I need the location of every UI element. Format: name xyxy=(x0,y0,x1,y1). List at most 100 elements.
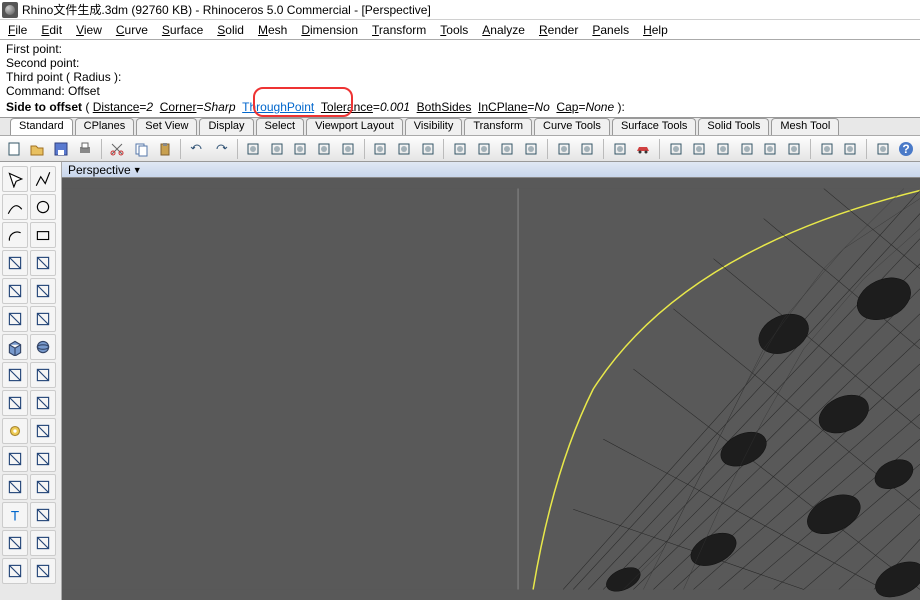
menu-dimension[interactable]: Dimension xyxy=(301,23,358,37)
curve-tool[interactable] xyxy=(2,194,28,220)
box3d-tool[interactable] xyxy=(2,334,28,360)
wire-tool[interactable] xyxy=(30,558,56,584)
save-button[interactable] xyxy=(51,138,71,160)
opt-corner[interactable]: Corner xyxy=(160,100,197,114)
cut-button[interactable] xyxy=(107,138,127,160)
arc-tool[interactable] xyxy=(2,222,28,248)
menu-curve[interactable]: Curve xyxy=(116,23,148,37)
pan-button[interactable] xyxy=(243,138,263,160)
menu-file[interactable]: File xyxy=(8,23,27,37)
zoom-selected-button[interactable] xyxy=(338,138,358,160)
tab-transform[interactable]: Transform xyxy=(464,118,532,135)
perspective-viewport[interactable] xyxy=(62,178,920,600)
menu-surface[interactable]: Surface xyxy=(162,23,203,37)
layout-button[interactable] xyxy=(873,138,893,160)
arrow-tool[interactable] xyxy=(2,166,28,192)
fillet-tool[interactable] xyxy=(2,474,28,500)
pipe-tool[interactable] xyxy=(2,530,28,556)
trim-tool[interactable] xyxy=(2,446,28,472)
explode-tool[interactable] xyxy=(30,418,56,444)
help-button[interactable]: ? xyxy=(897,138,917,160)
tab-curve-tools[interactable]: Curve Tools xyxy=(534,118,610,135)
tab-set-view[interactable]: Set View xyxy=(136,118,197,135)
redo-button[interactable] xyxy=(211,138,231,160)
sphere-button[interactable] xyxy=(690,138,710,160)
rendered-button[interactable] xyxy=(418,138,438,160)
box-button[interactable] xyxy=(666,138,686,160)
wireframe-button[interactable] xyxy=(370,138,390,160)
torus-button[interactable] xyxy=(761,138,781,160)
menu-edit[interactable]: Edit xyxy=(41,23,62,37)
revolve-tool[interactable] xyxy=(30,362,56,388)
menu-help[interactable]: Help xyxy=(643,23,668,37)
zoom-extents-button[interactable] xyxy=(291,138,311,160)
cone-button[interactable] xyxy=(737,138,757,160)
gear-tool[interactable] xyxy=(2,418,28,444)
polygon-tool[interactable] xyxy=(30,250,56,276)
tab-visibility[interactable]: Visibility xyxy=(405,118,463,135)
menu-solid[interactable]: Solid xyxy=(217,23,244,37)
tab-display[interactable]: Display xyxy=(199,118,253,135)
offset-tool[interactable] xyxy=(30,530,56,556)
opt-tolerance[interactable]: Tolerance xyxy=(321,100,373,114)
tab-viewport-layout[interactable]: Viewport Layout xyxy=(306,118,403,135)
rotate-tool-tool[interactable] xyxy=(30,278,56,304)
menu-view[interactable]: View xyxy=(76,23,102,37)
lock-button[interactable] xyxy=(498,138,518,160)
move-tool[interactable] xyxy=(2,278,28,304)
mirror-tool[interactable] xyxy=(30,306,56,332)
tab-solid-tools[interactable]: Solid Tools xyxy=(698,118,769,135)
tab-surface-tools[interactable]: Surface Tools xyxy=(612,118,696,135)
car-button[interactable] xyxy=(634,138,654,160)
dim-tool[interactable] xyxy=(30,502,56,528)
show-button[interactable] xyxy=(450,138,470,160)
unlock-button[interactable] xyxy=(521,138,541,160)
polyline-tool[interactable] xyxy=(30,166,56,192)
sphere3d-tool[interactable] xyxy=(30,334,56,360)
properties-button[interactable] xyxy=(577,138,597,160)
open-button[interactable] xyxy=(28,138,48,160)
cylinder-button[interactable] xyxy=(713,138,733,160)
opt-incplane[interactable]: InCPlane xyxy=(478,100,527,114)
rotate-button[interactable] xyxy=(267,138,287,160)
options-button[interactable] xyxy=(610,138,630,160)
menu-mesh[interactable]: Mesh xyxy=(258,23,287,37)
menu-analyze[interactable]: Analyze xyxy=(482,23,525,37)
menu-panels[interactable]: Panels xyxy=(592,23,629,37)
cyl3d-tool[interactable] xyxy=(2,362,28,388)
viewport-label-bar[interactable]: Perspective ▼ xyxy=(62,162,920,178)
opt-bothsides[interactable]: BothSides xyxy=(417,100,472,114)
layers-button[interactable] xyxy=(554,138,574,160)
curve2-tool[interactable] xyxy=(2,250,28,276)
tab-standard[interactable]: Standard xyxy=(10,118,73,135)
new-button[interactable] xyxy=(4,138,24,160)
circle-tool[interactable] xyxy=(30,194,56,220)
join-tool[interactable] xyxy=(30,446,56,472)
menu-tools[interactable]: Tools xyxy=(440,23,468,37)
undo-button[interactable] xyxy=(187,138,207,160)
scale-tool[interactable] xyxy=(2,306,28,332)
animate-button[interactable] xyxy=(840,138,860,160)
tab-cplanes[interactable]: CPlanes xyxy=(75,118,135,135)
copy-button[interactable] xyxy=(131,138,151,160)
chamfer-tool[interactable] xyxy=(30,474,56,500)
paste-button[interactable] xyxy=(155,138,175,160)
render-button[interactable] xyxy=(817,138,837,160)
viewport-title[interactable]: Perspective xyxy=(68,163,131,177)
shaded-button[interactable] xyxy=(394,138,414,160)
menu-transform[interactable]: Transform xyxy=(372,23,426,37)
tab-mesh-tool[interactable]: Mesh Tool xyxy=(771,118,839,135)
opt-throughpoint[interactable]: ThroughPoint xyxy=(242,100,314,114)
opt-distance[interactable]: Distance xyxy=(93,100,140,114)
plane-button[interactable] xyxy=(784,138,804,160)
command-prompt-line[interactable]: Side to offset ( Distance=2 Corner=Sharp… xyxy=(0,98,920,118)
zoom-window-button[interactable] xyxy=(314,138,334,160)
viewport-canvas[interactable] xyxy=(62,178,920,600)
loft-tool[interactable] xyxy=(2,390,28,416)
viewport-menu-dropdown-icon[interactable]: ▼ xyxy=(133,165,142,175)
menu-render[interactable]: Render xyxy=(539,23,578,37)
opt-cap[interactable]: Cap xyxy=(556,100,578,114)
hatch-tool[interactable] xyxy=(2,558,28,584)
hide-button[interactable] xyxy=(474,138,494,160)
sweep-tool[interactable] xyxy=(30,390,56,416)
